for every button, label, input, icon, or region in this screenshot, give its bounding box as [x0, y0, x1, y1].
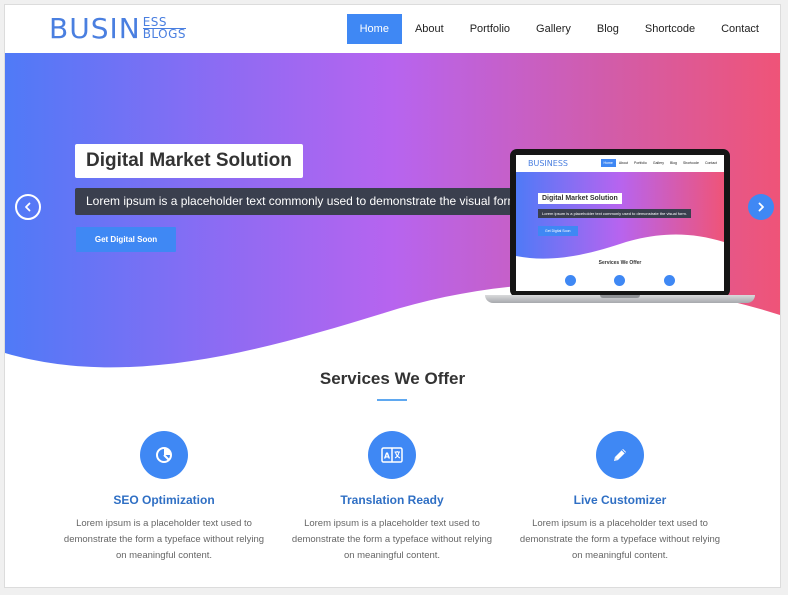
preview-service-icons — [516, 275, 724, 286]
svg-text:A: A — [384, 452, 391, 461]
logo-sub-bottom: BLOGS — [142, 26, 187, 41]
service-description: Lorem ipsum is a placeholder text used t… — [63, 518, 265, 561]
preview-logo: BUSINESS — [528, 159, 568, 168]
service-title: Live Customizer — [573, 493, 667, 507]
chart-pie-icon — [156, 447, 172, 463]
pencil-icon — [614, 449, 626, 461]
chevron-right-icon — [758, 202, 764, 212]
service-title: Translation Ready — [340, 493, 444, 507]
hero-title: Digital Market Solution — [75, 144, 303, 178]
preview-title: Digital Market Solution — [538, 193, 622, 204]
logo-sub: ESS BLOGS — [142, 16, 187, 41]
preview-nav-item: Home — [600, 159, 616, 167]
nav-item-blog[interactable]: Blog — [584, 14, 632, 44]
laptop-mockup-image: BUSINESS Home About Portfolio Gallery Bl… — [485, 149, 755, 309]
service-icon-circle[interactable] — [140, 431, 188, 479]
service-description: Lorem ipsum is a placeholder text used t… — [291, 518, 493, 561]
laptop-screen: BUSINESS Home About Portfolio Gallery Bl… — [516, 155, 724, 291]
preview-nav-item: About — [618, 161, 629, 165]
slider-prev-button[interactable] — [15, 194, 41, 220]
nav-item-contact[interactable]: Contact — [708, 14, 772, 44]
site-header: BUSIN ESS BLOGS Home About Portfolio Gal… — [5, 5, 780, 53]
laptop-notch — [600, 295, 640, 298]
hero-cta-button[interactable]: Get Digital Soon — [76, 227, 176, 252]
preview-nav-item: Gallery — [652, 161, 664, 165]
preview-service-icon — [663, 275, 675, 286]
preview-nav: Home About Portfolio Gallery Blog Shortc… — [600, 159, 720, 167]
service-icon-circle[interactable] — [596, 431, 644, 479]
nav-item-about[interactable]: About — [402, 14, 457, 44]
preview-service-icon — [614, 275, 626, 286]
logo-main-text: BUSIN — [49, 12, 141, 45]
nav-item-home[interactable]: Home — [346, 14, 402, 44]
translate-icon: A — [381, 447, 403, 463]
preview-nav-item: Portfolio — [634, 161, 647, 165]
service-title: SEO Optimization — [113, 493, 215, 507]
nav-item-portfolio[interactable]: Portfolio — [457, 14, 523, 44]
service-icon-circle[interactable]: A — [368, 431, 416, 479]
hero-slider: Digital Market Solution Lorem ipsum is a… — [5, 53, 780, 368]
service-card-translation: A Translation Ready Lorem ipsum is a pla… — [277, 431, 507, 564]
nav-item-gallery[interactable]: Gallery — [523, 14, 584, 44]
services-heading: Services We Offer — [319, 369, 466, 388]
service-description: Lorem ipsum is a placeholder text used t… — [519, 518, 721, 561]
preview-service-icon — [565, 275, 577, 286]
preview-header: BUSINESS Home About Portfolio Gallery Bl… — [516, 155, 724, 172]
preview-button: Get Digital Soon — [538, 226, 578, 236]
services-heading-underline — [377, 399, 407, 401]
preview-subtitle: Lorem ipsum is a placeholder text common… — [538, 209, 691, 218]
nav-item-shortcode[interactable]: Shortcode — [632, 14, 708, 44]
preview-nav-item: Contact — [704, 161, 717, 165]
main-nav: Home About Portfolio Gallery Blog Shortc… — [346, 14, 772, 44]
chevron-left-icon — [25, 202, 31, 212]
preview-nav-item: Blog — [669, 161, 677, 165]
preview-nav-item: Shortcode — [682, 161, 699, 165]
service-card-customizer: Live Customizer Lorem ipsum is a placeho… — [505, 431, 735, 564]
site-logo[interactable]: BUSIN ESS BLOGS — [49, 12, 187, 45]
page-frame: BUSIN ESS BLOGS Home About Portfolio Gal… — [4, 4, 781, 588]
hero-subtitle: Lorem ipsum is a placeholder text common… — [75, 188, 532, 215]
preview-services-heading: Services We Offer — [598, 260, 642, 266]
preview-hero: Digital Market Solution Lorem ipsum is a… — [516, 172, 724, 260]
laptop-bezel: BUSINESS Home About Portfolio Gallery Bl… — [510, 149, 730, 297]
service-card-seo: SEO Optimization Lorem ipsum is a placeh… — [49, 431, 279, 564]
